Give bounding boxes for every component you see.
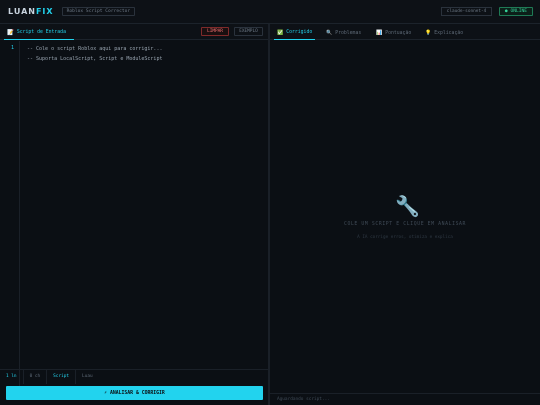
output-panel: ✅ Corrigido 🔍 Problemas 📊 Pontuação 💡 Ex… [270, 24, 540, 405]
magnifier-icon: 🔍 [326, 30, 333, 36]
char-count: 0 ch [24, 369, 48, 384]
online-status-badge: ● ONLINE [499, 7, 533, 16]
empty-state-title: COLE UM SCRIPT E CLIQUE EM ANALISAR [343, 222, 467, 227]
output-status-bar: Aguardando script... [270, 393, 540, 405]
editor-tab-bar: 📝 Script de Entrada LIMPAR EXEMPLO [0, 24, 268, 40]
tab-score-label: Pontuação [385, 30, 412, 36]
tab-corrected-label: Corrigido [286, 30, 313, 35]
top-bar: LUANFIX Roblox Script Corrector claude-s… [0, 0, 540, 24]
wrench-icon: 🔧 [395, 194, 420, 218]
logo-part-2: FIX [35, 7, 54, 16]
code-line: -- Suporta LocalScript, Script e ModuleS… [27, 55, 163, 62]
line-number-gutter: 1 [0, 41, 20, 393]
editor-status-bar: 1 ln 0 ch Script Luau [0, 369, 268, 384]
tab-score[interactable]: 📊 Pontuação [373, 26, 414, 40]
language-label: Luau [82, 374, 93, 379]
tab-corrected[interactable]: ✅ Corrigido [274, 26, 316, 40]
line-number: 1 [11, 45, 15, 51]
code-editor[interactable]: -- Cole o script Roblox aqui para corrig… [27, 45, 162, 64]
example-button[interactable]: EXEMPLO [234, 27, 263, 36]
tab-problems-label: Problemas [335, 30, 362, 36]
tab-input-script-label: Script de Entrada [16, 30, 66, 35]
code-line: -- Cole o script Roblox aqui para corrig… [27, 46, 163, 52]
line-count: 1 ln [0, 369, 24, 384]
tab-problems[interactable]: 🔍 Problemas [323, 26, 364, 40]
app-logo: LUANFIX [8, 7, 54, 16]
logo-part-1: LUAN [8, 7, 36, 16]
bar-chart-icon: 📊 [376, 30, 383, 36]
tab-input-script[interactable]: 📝 Script de Entrada [4, 26, 74, 40]
model-badge: claude-sonnet-4 [441, 7, 492, 16]
empty-state-subtitle: A IA corrige erros, otimiza e explica [357, 235, 453, 240]
clear-button[interactable]: LIMPAR [201, 27, 229, 36]
analyze-fix-button[interactable]: ⚡ ANALISAR & CORRIGIR [6, 386, 263, 400]
script-type: Script [47, 369, 77, 384]
memo-icon: 📝 [7, 29, 14, 36]
tab-explanation[interactable]: 💡 Explicação [422, 26, 466, 40]
output-tab-bar: ✅ Corrigido 🔍 Problemas 📊 Pontuação 💡 Ex… [270, 24, 540, 40]
app-subtitle-badge: Roblox Script Corrector [61, 7, 136, 16]
lightbulb-icon: 💡 [425, 30, 432, 36]
check-icon: ✅ [277, 29, 284, 36]
editor-panel: 📝 Script de Entrada LIMPAR EXEMPLO 1 -- … [0, 24, 268, 405]
tab-explanation-label: Explicação [434, 30, 464, 36]
